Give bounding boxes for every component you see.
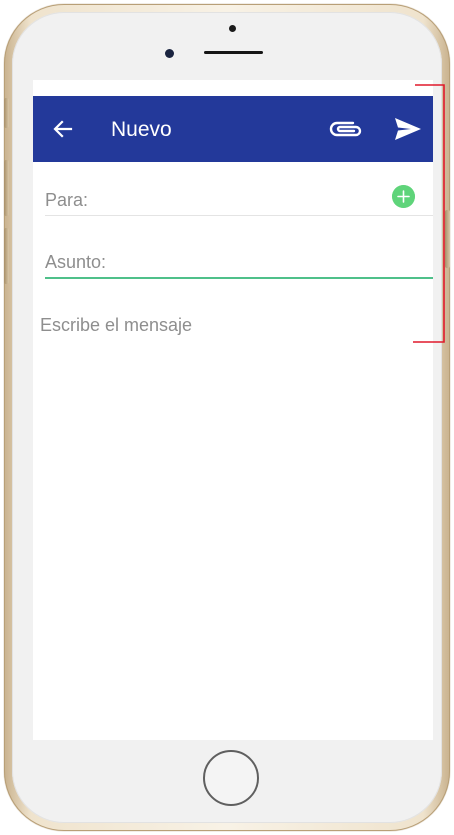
annotation-bracket [413,84,445,343]
volume-up-button [4,160,9,216]
screen-title: Nuevo [111,118,172,141]
mute-switch [4,98,9,128]
volume-down-button [4,228,9,284]
subject-label: Asunto: [45,252,107,272]
home-button[interactable] [203,750,259,806]
to-field[interactable]: Para: [45,185,433,216]
message-body-input[interactable]: Escribe el mensaje [40,315,192,336]
proximity-sensor [229,25,236,32]
phone-screen: Nuevo Para: Asunto: Escribe el mensaje [33,80,433,740]
plus-circle-icon[interactable] [392,185,415,208]
paperclip-icon[interactable] [327,118,365,140]
front-camera [165,49,174,58]
mockup-stage: Nuevo Para: Asunto: Escribe el mensaje [0,0,454,835]
app-bar: Nuevo [33,96,433,162]
earpiece-speaker [204,51,263,54]
to-label: Para: [45,190,89,210]
arrow-left-icon[interactable] [51,117,75,141]
subject-field[interactable]: Asunto: [45,248,433,279]
